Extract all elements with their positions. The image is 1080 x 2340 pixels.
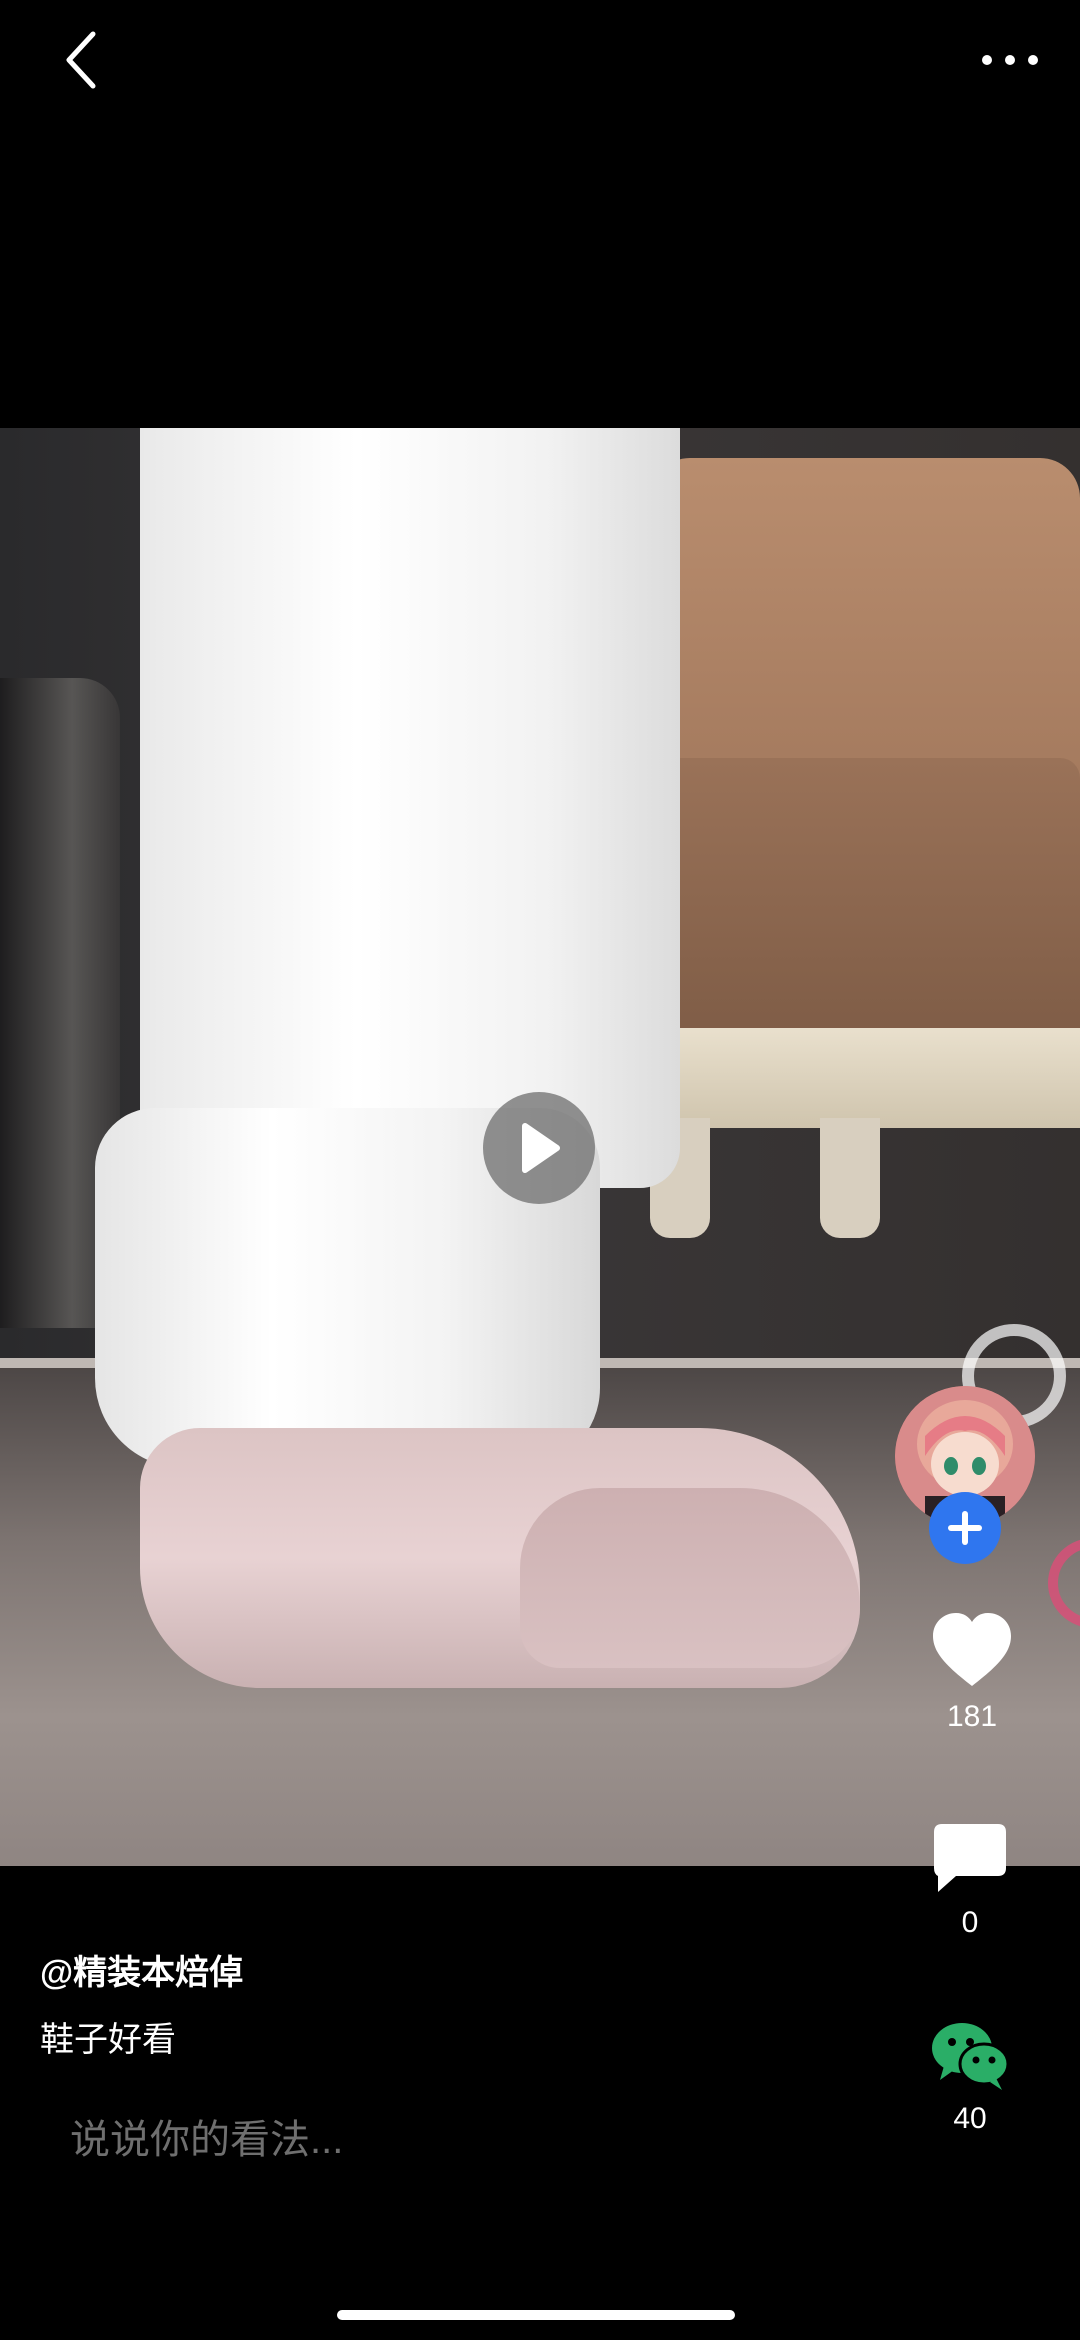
comment-bubble-icon [934, 1824, 1006, 1892]
back-button[interactable] [46, 20, 116, 100]
comment-button[interactable]: 0 [900, 1822, 1040, 1940]
video-screen: 181 0 40 @精装本焙倬 鞋子好看 [0, 0, 1080, 2340]
plus-icon [948, 1511, 982, 1545]
share-count: 40 [953, 2102, 987, 2135]
chevron-left-icon [66, 31, 96, 89]
like-button[interactable]: 181 [902, 1610, 1042, 1734]
play-icon [522, 1123, 560, 1173]
more-horizontal-icon [982, 55, 1038, 65]
video-frame-sofa-seat [610, 758, 1080, 1058]
like-count: 181 [946, 1700, 998, 1733]
follow-button[interactable] [929, 1492, 1001, 1564]
share-button[interactable]: 40 [900, 2020, 1040, 2136]
comment-input[interactable] [40, 2100, 900, 2180]
author-handle[interactable]: @精装本焙倬 [40, 1945, 243, 1994]
video-frame-pants [140, 428, 680, 1188]
comment-count: 0 [961, 1906, 979, 1939]
home-indicator[interactable] [337, 2310, 735, 2320]
video-frame-sofa-leg [820, 1118, 880, 1238]
play-button[interactable] [483, 1092, 595, 1204]
video-frame-toes [520, 1488, 860, 1668]
video-frame-sofa-back [650, 458, 1080, 788]
heart-icon [933, 1613, 1011, 1686]
video-caption: 鞋子好看 [40, 2021, 176, 2059]
more-options-button[interactable] [960, 30, 1060, 90]
wechat-icon [932, 2023, 1010, 2090]
